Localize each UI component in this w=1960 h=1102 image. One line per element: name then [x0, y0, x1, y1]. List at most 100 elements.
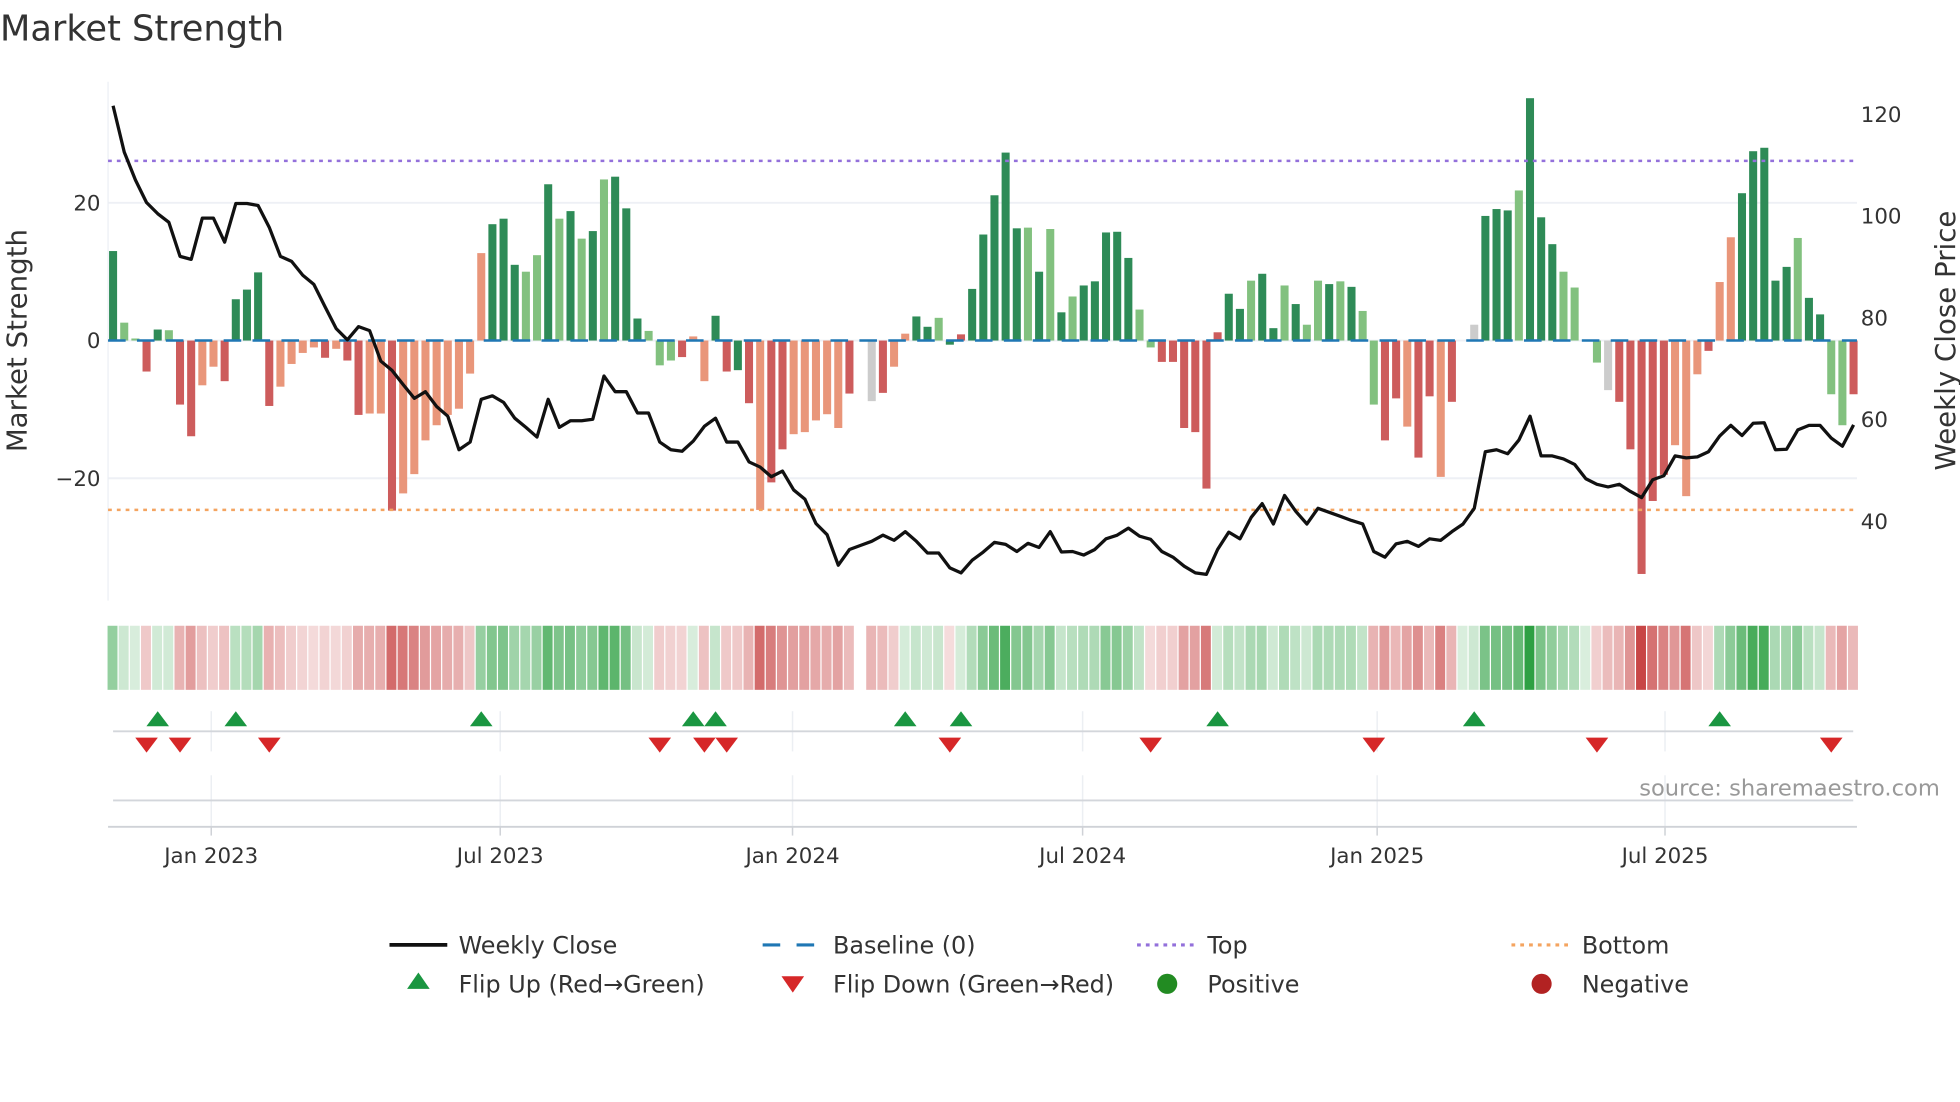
heat-cell: [643, 625, 654, 690]
heat-cell: [274, 625, 285, 690]
strength-bar: [577, 238, 586, 341]
strength-bar: [1693, 340, 1702, 375]
heat-cell: [1636, 625, 1646, 690]
flip-down-triangle-icon: [781, 976, 805, 993]
strength-bar: [1068, 296, 1077, 341]
strength-bar: [175, 340, 185, 405]
legend-negative[interactable]: Negative: [1582, 971, 1689, 999]
flip-down-marker: [938, 737, 962, 753]
strength-bar: [1804, 297, 1813, 341]
heat-cell: [308, 625, 319, 690]
y2-axis-ticks: 120 100 80 60 40: [1861, 103, 1902, 535]
strength-bar: [1012, 228, 1021, 341]
strength-bar: [878, 340, 887, 393]
y-tick-label: −20: [55, 467, 100, 492]
heat-cell: [341, 625, 352, 690]
strength-bar: [555, 218, 564, 341]
heat-cell: [1345, 625, 1356, 690]
strength-bar: [778, 340, 787, 450]
flip-up-marker: [469, 711, 493, 727]
strength-bar: [1604, 340, 1613, 391]
heat-cell: [286, 625, 296, 690]
strength-bar: [1347, 286, 1356, 341]
heat-cell: [587, 625, 598, 690]
heat-cell: [743, 625, 754, 690]
x-tick-label: Jan 2024: [744, 844, 840, 869]
chart-title: Market Strength: [0, 8, 284, 49]
heat-cell: [1279, 625, 1289, 690]
heat-cell: [509, 625, 520, 690]
strength-bar: [1470, 324, 1479, 341]
strength-bar: [1559, 271, 1568, 341]
heat-cell: [799, 625, 810, 690]
strength-bar: [1827, 340, 1836, 395]
legend-bottom[interactable]: Bottom: [1582, 932, 1670, 960]
heat-cell: [1000, 625, 1011, 690]
heat-cell: [821, 625, 832, 690]
strength-bar: [209, 340, 218, 367]
strength-bar: [923, 326, 932, 341]
heat-cell: [553, 625, 564, 690]
strength-bar: [1648, 340, 1657, 501]
legend-baseline[interactable]: Baseline (0): [833, 932, 976, 960]
heat-cell: [776, 625, 787, 690]
heat-cell: [1758, 625, 1769, 690]
strength-bar: [811, 340, 820, 421]
strength-bar: [711, 315, 720, 341]
flip-panel-grid: [210, 711, 1666, 827]
heat-cell: [230, 625, 241, 690]
strength-bar: [1380, 340, 1389, 441]
heat-cell: [765, 625, 776, 690]
strength-bar: [1247, 280, 1256, 341]
heat-cell: [386, 625, 397, 690]
strength-bar: [1514, 190, 1523, 341]
strength-bar: [1615, 340, 1624, 402]
flip-down-marker: [693, 737, 716, 753]
y-axis-title: Market Strength: [0, 229, 33, 452]
heat-cell: [843, 625, 854, 690]
strength-bar: [1492, 209, 1501, 341]
legend-top[interactable]: Top: [1206, 932, 1247, 960]
heat-cell: [297, 625, 308, 690]
strength-bar: [1023, 227, 1032, 341]
legend-flip-up[interactable]: Flip Up (Red→Green): [459, 971, 705, 999]
heat-cell: [710, 625, 720, 690]
heat-cell: [1223, 625, 1234, 690]
heat-cell: [1457, 625, 1468, 690]
y2-axis-title: Weekly Close Price: [1929, 211, 1960, 471]
strength-bar: [544, 184, 553, 341]
strength-bar: [1570, 287, 1579, 341]
strength-bar: [867, 340, 876, 402]
strength-bar: [321, 340, 330, 358]
strength-bar: [1135, 309, 1144, 341]
strength-bar: [1838, 340, 1847, 426]
legend-flip-down[interactable]: Flip Down (Green→Red): [833, 971, 1114, 999]
legend-positive[interactable]: Positive: [1207, 971, 1299, 999]
strength-bar: [454, 340, 463, 409]
strength-bar: [1202, 340, 1211, 489]
legend-weekly-close[interactable]: Weekly Close: [459, 932, 618, 960]
strength-bar: [1302, 324, 1311, 341]
strength-bar: [510, 264, 519, 341]
strength-bar: [499, 218, 508, 341]
heat-cell: [1736, 625, 1747, 690]
heat-cell: [375, 625, 386, 690]
heat-cell: [788, 625, 799, 690]
legend: Weekly Close Baseline (0) Top Bottom Fli…: [389, 932, 1689, 999]
heat-cell: [1133, 625, 1144, 690]
strength-bar: [979, 234, 988, 341]
heat-cell: [1290, 625, 1301, 690]
heat-cell: [163, 625, 174, 690]
heat-cell: [1725, 625, 1736, 690]
heat-cell: [1022, 625, 1033, 690]
strength-bar: [1749, 151, 1758, 341]
heat-cell: [1379, 625, 1390, 690]
y2-tick-label: 100: [1861, 205, 1902, 230]
heat-cell: [464, 625, 475, 690]
strength-bar: [611, 176, 620, 341]
strength-bar: [332, 340, 341, 349]
strength-bar: [1001, 152, 1010, 341]
heat-cell: [1524, 625, 1535, 690]
strength-bar: [1849, 340, 1858, 395]
heat-cell: [1435, 625, 1446, 690]
